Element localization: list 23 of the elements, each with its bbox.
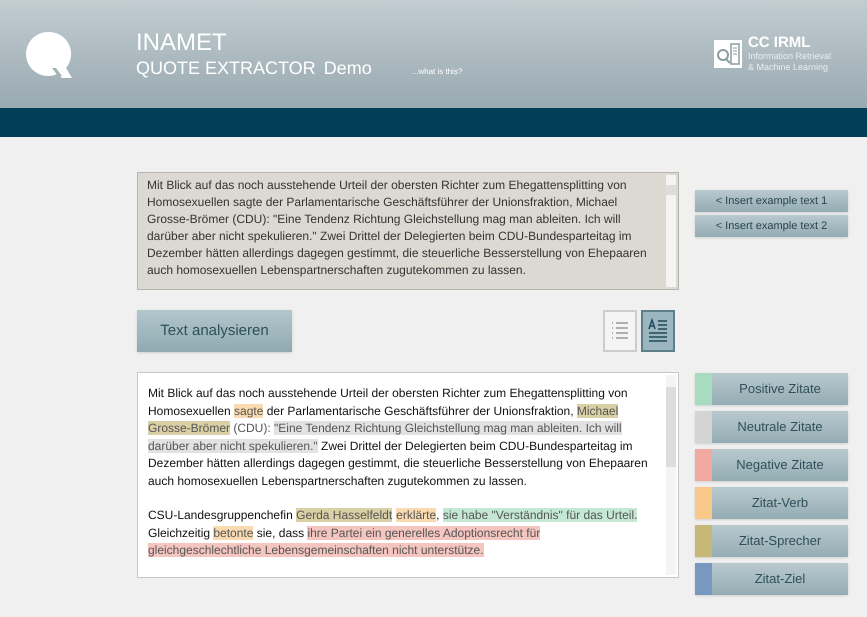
legend-button[interactable]: Negative Zitate [695, 449, 848, 481]
search-document-icon [714, 40, 742, 68]
analyzed-paragraph: Mit Blick auf das noch ausstehende Urteil der obersten Richter zum Ehegattensplitting von Homosexuellen sagte der Parlamentarische Geschäftsführer der Unionsfraktion, Michael Grosse-Brömer (CDU): "Eine Tendenz Richtung Gleichstellung mag man ableiten. Ich will darüber aber nicht spekulieren." Zwei Drittel der Delegierten beim CDU-Bundesparteitag im Dezember hätten allerdings dagegen gestimmt, die steuerliche Besserstellung von Ehepaaren auch homosexuellen Lebenspartnerschaften zugutekommen zu lassen. [148, 385, 649, 490]
scrollbar[interactable] [666, 175, 676, 287]
partner-line: & Machine Learning [748, 62, 830, 73]
partner-name: CC IRML [748, 35, 812, 51]
input-text: Mit Blick auf das noch ausstehende Urteil der obersten Richter zum Ehegattensplitting von Homosexuellen sagte der Parlamentarische Geschäftsführer der Unionsfraktion, Michael Grosse-Brömer (CDU): "Eine Tendenz Richtung Gleichstellung mag man ableiten. Ich will darüber aber nicht spekulieren." Zwei Drittel der Delegierten beim CDU-Bundesparteitag im Dezember hätten allerdings dagegen gestimmt, die steuerliche Besserstellung von Ehepaaren auch homosexuellen Lebenspartnerschaften zugutekommen zu lassen. [146, 177, 648, 279]
app-subtitle: QUOTE EXTRACTOR [136, 57, 316, 79]
legend-button[interactable]: Zitat-Verb [695, 487, 848, 519]
partner-line: Information Retrieval [748, 51, 831, 62]
demo-label: Demo [324, 57, 372, 79]
insert-example-button[interactable]: < Insert example text 2 [695, 215, 848, 237]
app-title: INAMET [136, 29, 228, 57]
input-text-area[interactable] [137, 172, 679, 290]
scrollbar[interactable] [666, 375, 676, 575]
legend-button[interactable]: Neutrale Zitate [695, 411, 848, 443]
legend-button[interactable]: Zitat-Ziel [695, 563, 848, 595]
legend-button[interactable]: Zitat-Sprecher [695, 525, 848, 557]
insert-example-button[interactable]: < Insert example text 1 [695, 190, 848, 212]
list-view-button[interactable] [603, 310, 637, 352]
analyze-button[interactable]: Text analysieren [137, 310, 292, 352]
legend-button[interactable]: Positive Zitate [695, 373, 848, 405]
text-view-button[interactable] [641, 310, 675, 352]
